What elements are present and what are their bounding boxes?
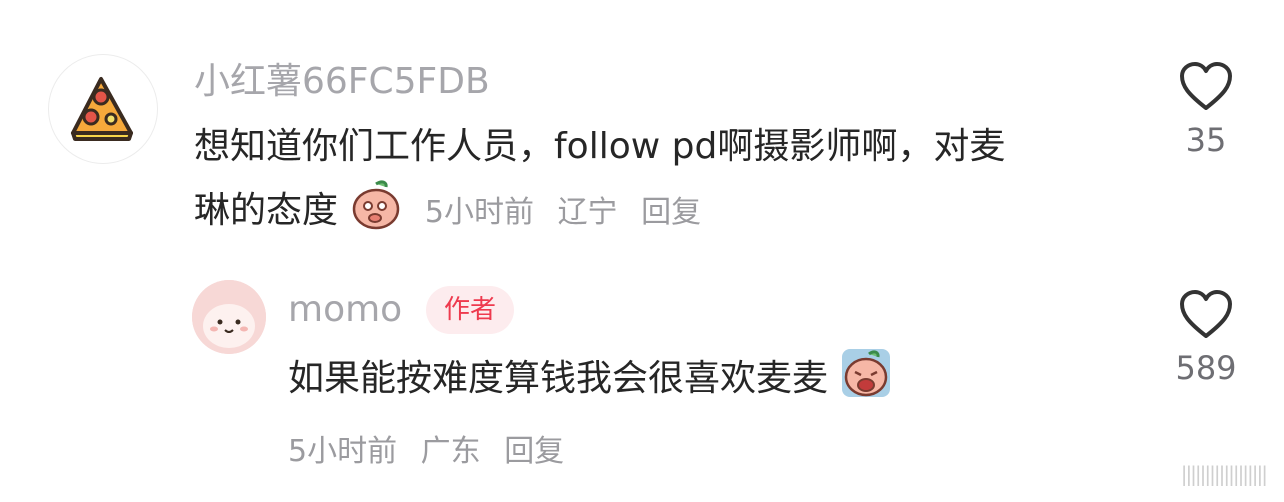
comment-text: 想知道你们工作人员，follow pd啊摄影师啊，对麦 琳的态度 5小时前 辽宁… xyxy=(194,116,1154,244)
comment-meta: 5小时前 辽宁 回复 xyxy=(425,195,715,230)
comment-location: 广东 xyxy=(420,434,481,469)
author-badge: 作者 xyxy=(426,286,515,334)
pink-blob-avatar-icon xyxy=(192,280,266,354)
like-column: 589 xyxy=(1146,288,1266,384)
comment-username[interactable]: 小红薯66FC5FDB xyxy=(194,64,490,100)
comment-text-line: 想知道你们工作人员，follow pd啊摄影师啊，对麦 xyxy=(194,126,1006,167)
avatar[interactable] xyxy=(192,280,266,354)
heart-icon[interactable] xyxy=(1178,288,1234,340)
comment-text-main: 如果能按难度算钱我会很喜欢麦麦 xyxy=(288,358,829,399)
comment-username[interactable]: momo xyxy=(288,292,402,328)
reply-button[interactable]: 回复 xyxy=(641,195,701,230)
avatar[interactable] xyxy=(48,54,158,164)
watermark: |||||||||||||||||| xyxy=(1180,462,1268,486)
comment-meta: 5小时前 广东 回复 xyxy=(288,426,578,470)
heart-icon[interactable] xyxy=(1178,60,1234,112)
comment-time: 5小时前 xyxy=(424,195,535,230)
comment-location: 辽宁 xyxy=(557,195,618,230)
like-count: 35 xyxy=(1185,121,1227,159)
comment-time: 5小时前 xyxy=(288,434,398,469)
like-column: 35 xyxy=(1146,60,1266,156)
crying-peach-sticker-icon xyxy=(842,349,891,397)
comment-text-line: 如果能按难度算钱我会很喜欢麦麦 xyxy=(288,346,1108,410)
like-count: 589 xyxy=(1175,349,1237,387)
shy-peach-sticker-icon xyxy=(353,180,400,230)
comment-text-tail: 琳的态度 xyxy=(194,190,339,231)
reply-button[interactable]: 回复 xyxy=(504,434,564,469)
comment-text: 如果能按难度算钱我会很喜欢麦麦 xyxy=(288,346,1108,410)
pizza-slice-icon xyxy=(71,77,133,141)
comment-text-line-with-meta: 琳的态度 5小时前 辽宁 回复 xyxy=(194,178,1154,244)
